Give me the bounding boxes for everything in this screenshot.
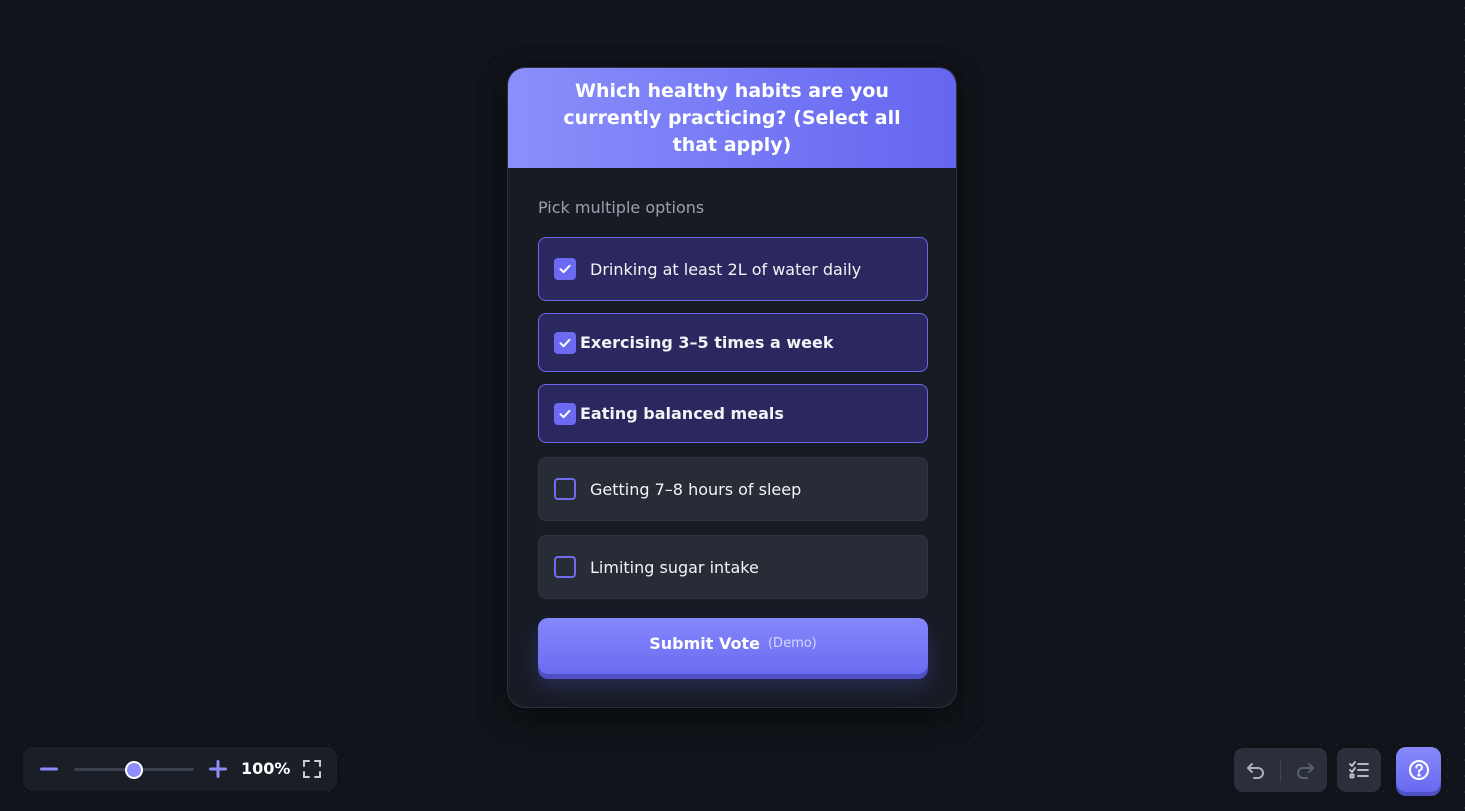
- checkbox-checked-icon[interactable]: [554, 331, 576, 354]
- redo-icon[interactable]: [1292, 758, 1318, 782]
- fullscreen-icon[interactable]: [300, 757, 324, 781]
- submit-label: Submit Vote: [649, 633, 760, 653]
- option-label: Eating balanced meals: [580, 404, 784, 423]
- option-label: Limiting sugar intake: [590, 557, 759, 577]
- option-exercise[interactable]: Exercising 3–5 times a week: [538, 313, 928, 372]
- checkbox-checked-icon[interactable]: [554, 258, 576, 280]
- option-meals[interactable]: Eating balanced meals: [538, 384, 928, 443]
- toolbar-divider: [1280, 759, 1281, 781]
- zoom-level: 100%: [241, 759, 291, 778]
- history-controls: [1234, 748, 1327, 792]
- option-label: Drinking at least 2L of water daily: [590, 259, 862, 279]
- poll-question: Which healthy habits are you currently p…: [563, 79, 901, 156]
- help-icon[interactable]: [1396, 747, 1441, 792]
- option-sleep[interactable]: Getting 7–8 hours of sleep: [538, 457, 928, 521]
- plus-icon[interactable]: [206, 757, 230, 781]
- poll-header: Which healthy habits are you currently p…: [508, 68, 956, 168]
- checkbox-unchecked-icon[interactable]: [554, 556, 576, 578]
- option-label: Exercising 3–5 times a week: [580, 333, 834, 352]
- poll-card: Which healthy habits are you currently p…: [507, 67, 957, 708]
- poll-body: Pick multiple options Drinking at least …: [508, 198, 956, 674]
- option-sugar[interactable]: Limiting sugar intake: [538, 535, 928, 599]
- minus-icon[interactable]: [37, 758, 61, 780]
- option-water[interactable]: Drinking at least 2L of water daily: [538, 237, 928, 301]
- undo-icon[interactable]: [1243, 758, 1269, 782]
- checkbox-unchecked-icon[interactable]: [554, 478, 576, 500]
- option-label: Getting 7–8 hours of sleep: [590, 479, 802, 499]
- checklist-icon[interactable]: [1337, 748, 1381, 792]
- options-list: Drinking at least 2L of water daily Exer…: [538, 237, 928, 599]
- poll-subtitle: Pick multiple options: [538, 198, 705, 217]
- submit-vote-button[interactable]: Submit Vote (Demo): [538, 618, 928, 674]
- zoom-controls: 100%: [23, 747, 337, 791]
- submit-note: (Demo): [767, 635, 817, 651]
- zoom-slider-thumb[interactable]: [125, 761, 143, 779]
- checkbox-checked-icon[interactable]: [554, 402, 576, 425]
